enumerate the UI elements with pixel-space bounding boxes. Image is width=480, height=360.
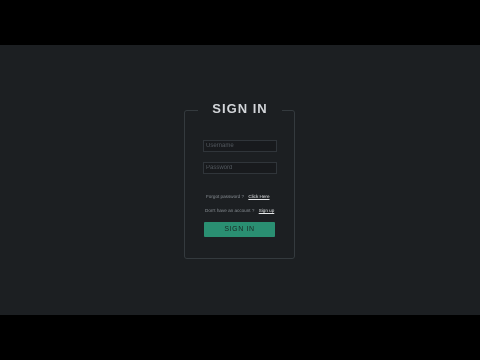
login-title: SIGN IN bbox=[198, 99, 282, 119]
sign-in-button[interactable]: SIGN IN bbox=[204, 222, 275, 237]
username-input[interactable] bbox=[203, 140, 277, 152]
password-input[interactable] bbox=[203, 162, 277, 174]
signup-text: Don't have an account ? bbox=[205, 208, 255, 213]
forgot-password-text: Forgot password ? bbox=[206, 194, 245, 199]
forgot-password-link[interactable]: Click Here bbox=[248, 194, 269, 199]
forgot-password-row: Forgot password ? Click Here bbox=[206, 194, 270, 200]
signup-row: Don't have an account ? Sign up bbox=[205, 208, 274, 214]
signup-link[interactable]: Sign up bbox=[259, 208, 275, 213]
